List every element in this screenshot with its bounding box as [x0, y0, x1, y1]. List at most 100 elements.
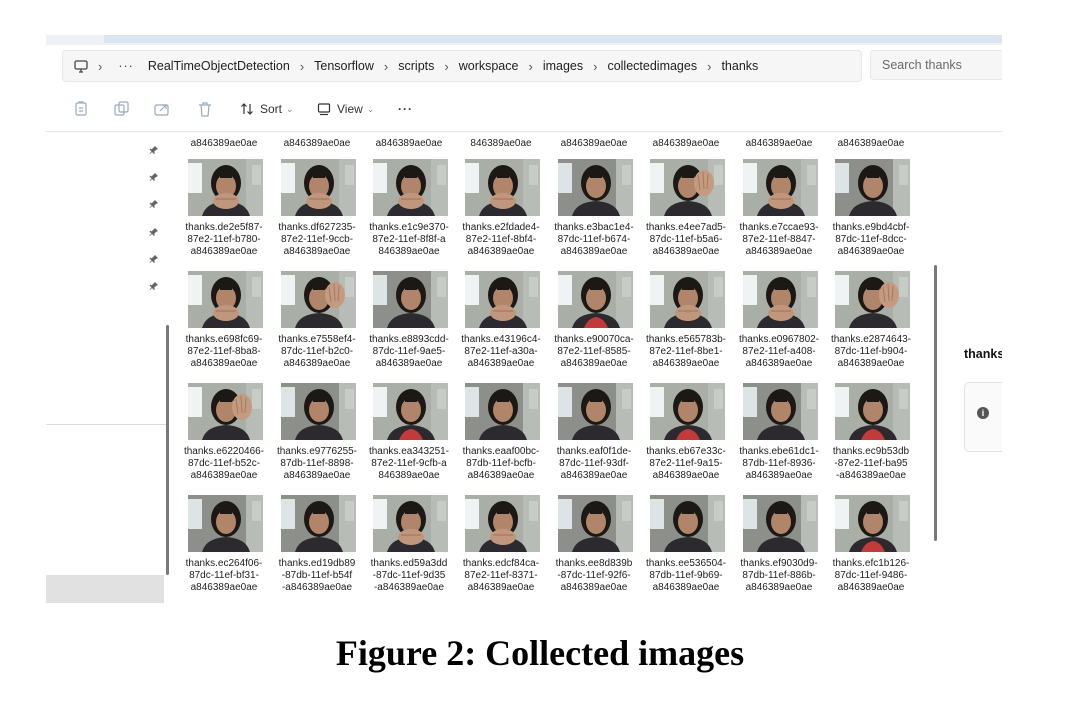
file-thumbnail[interactable]: [281, 383, 356, 440]
file-item[interactable]: thanks.e3bac1e4- 87dc-11ef-b674- a846389ae…: [548, 159, 638, 270]
file-item[interactable]: thanks.e0967802- 87e2-11ef-a408- a846389ae…: [733, 271, 823, 382]
file-thumbnail[interactable]: [281, 495, 356, 552]
file-name-line[interactable]: a846389ae0ae: [733, 138, 825, 150]
file-thumbnail[interactable]: [743, 271, 818, 328]
vertical-scrollbar[interactable]: [934, 265, 937, 541]
breadcrumb-collectedimages[interactable]: collectedimages: [607, 59, 697, 73]
file-item[interactable]: thanks.ea343251- 87e2-11ef-9cfb-a 846389ae…: [363, 383, 453, 494]
file-name-line[interactable]: a846389ae0ae: [363, 138, 455, 150]
file-name[interactable]: thanks.e565783b- 87e2-11ef-8be1- a846389ae…: [640, 334, 732, 370]
file-item[interactable]: thanks.e7558ef4- 87dc-11ef-b2c0- a846389ae…: [271, 271, 361, 382]
file-thumbnail[interactable]: [835, 159, 910, 216]
file-item[interactable]: thanks.ee536504- 87db-11ef-9b69- a846389ae…: [640, 495, 730, 603]
file-item[interactable]: thanks.efc1b126- 87dc-11ef-9486- a846389ae…: [825, 495, 915, 603]
file-thumbnail[interactable]: [373, 495, 448, 552]
breadcrumb-separator[interactable]: ›: [384, 59, 388, 74]
file-name[interactable]: thanks.ec264f06- 87dc-11ef-bf31- a846389ae…: [178, 558, 270, 594]
file-thumbnail[interactable]: [465, 495, 540, 552]
breadcrumb-realtimeobjectdetection[interactable]: RealTimeObjectDetection: [148, 59, 290, 73]
file-name[interactable]: thanks.e9bd4cbf- 87dc-11ef-8dcc-a846389ae…: [825, 222, 917, 258]
file-name[interactable]: thanks.de2e5f87- 87e2-11ef-b780- a846389ae…: [178, 222, 270, 258]
file-item[interactable]: thanks.e6220466- 87dc-11ef-b52c-a846389ae…: [178, 383, 268, 494]
pin-icon[interactable]: [149, 169, 159, 181]
file-thumbnail[interactable]: [188, 495, 263, 552]
file-name[interactable]: thanks.ed19db89 -87db-11ef-b54f -a846389ae…: [271, 558, 363, 594]
file-item[interactable]: thanks.de2e5f87- 87e2-11ef-b780- a846389ae…: [178, 159, 268, 270]
search-input[interactable]: Search thanks: [870, 50, 1002, 80]
file-name[interactable]: thanks.e0967802- 87e2-11ef-a408- a846389ae…: [733, 334, 825, 370]
file-item[interactable]: thanks.e565783b- 87e2-11ef-8be1- a846389ae…: [640, 271, 730, 382]
file-item[interactable]: thanks.e43196c4- 87e2-11ef-a30a-a846389ae…: [455, 271, 545, 382]
file-item[interactable]: thanks.e9776255- 87db-11ef-8898- a846389ae…: [271, 383, 361, 494]
file-name-fragment[interactable]: u7uz-11c1-uuuu: [825, 132, 917, 136]
file-name-line[interactable]: a846389ae0ae: [271, 138, 363, 150]
pin-icon[interactable]: [149, 224, 159, 236]
file-item[interactable]: thanks.ec9b53db -87e2-11ef-ba95 -a846389ae…: [825, 383, 915, 494]
file-thumbnail[interactable]: [373, 383, 448, 440]
breadcrumb-separator[interactable]: ›: [444, 59, 448, 74]
file-name[interactable]: thanks.e6220466- 87dc-11ef-b52c-a846389ae…: [178, 446, 270, 482]
file-thumbnail[interactable]: [465, 271, 540, 328]
file-name-fragment[interactable]: 1uu-11c1-uu33-u: [455, 132, 547, 136]
file-thumbnail[interactable]: [650, 159, 725, 216]
file-thumbnail[interactable]: [743, 495, 818, 552]
file-item[interactable]: thanks.e8893cdd- 87dc-11ef-9ae5- a846389ae…: [363, 271, 453, 382]
breadcrumb-separator[interactable]: ›: [300, 59, 304, 74]
file-name[interactable]: thanks.eaaf00bc- 87db-11ef-bcfb-a846389ae…: [455, 446, 547, 482]
nav-selected-item[interactable]: [46, 575, 164, 603]
file-name[interactable]: thanks.e698fc69- 87e2-11ef-8ba8- a846389ae…: [178, 334, 270, 370]
file-thumbnail[interactable]: [650, 383, 725, 440]
file-item[interactable]: thanks.edcf84ca- 87e2-11ef-8371- a846389ae…: [455, 495, 545, 603]
file-thumbnail[interactable]: [558, 159, 633, 216]
file-name[interactable]: thanks.eb67e33c- 87e2-11ef-9a15- a846389ae…: [640, 446, 732, 482]
file-item[interactable]: thanks.ee8d839b -87dc-11ef-92f6- a846389ae…: [548, 495, 638, 603]
file-name-line[interactable]: a846389ae0ae: [548, 138, 640, 150]
file-item[interactable]: thanks.e2fdade4- 87e2-11ef-8bf4- a846389ae…: [455, 159, 545, 270]
breadcrumb-separator[interactable]: ›: [707, 59, 711, 74]
file-thumbnail[interactable]: [465, 159, 540, 216]
breadcrumb-separator[interactable]: ›: [528, 59, 532, 74]
file-thumbnail[interactable]: [188, 271, 263, 328]
file-name[interactable]: thanks.e1c9e370- 87e2-11ef-8f8f-a 846389ae…: [363, 222, 455, 258]
file-item[interactable]: thanks.eb67e33c- 87e2-11ef-9a15- a846389ae…: [640, 383, 730, 494]
file-thumbnail[interactable]: [465, 383, 540, 440]
file-thumbnail[interactable]: [835, 271, 910, 328]
share-icon[interactable]: [153, 100, 171, 118]
file-name-fragment[interactable]: u7uu-11c1-u1uu: [640, 132, 732, 136]
file-name[interactable]: thanks.e4ee7ad5- 87dc-11ef-b5a6- a846389ae…: [640, 222, 732, 258]
file-thumbnail[interactable]: [281, 159, 356, 216]
file-item[interactable]: thanks.eaaf00bc- 87db-11ef-bcfb-a846389ae…: [455, 383, 545, 494]
see-more-button[interactable]: ···: [398, 99, 413, 119]
file-item[interactable]: thanks.ebe61dc1- 87db-11ef-8936- a846389ae…: [733, 383, 823, 494]
pin-icon[interactable]: [149, 278, 159, 290]
file-name[interactable]: thanks.ee8d839b -87dc-11ef-92f6- a846389ae…: [548, 558, 640, 594]
file-thumbnail[interactable]: [188, 159, 263, 216]
delete-icon[interactable]: [196, 100, 214, 118]
file-name[interactable]: thanks.e7558ef4- 87dc-11ef-b2c0- a846389ae…: [271, 334, 363, 370]
file-name-line[interactable]: a846389ae0ae: [640, 138, 732, 150]
pin-icon[interactable]: [149, 196, 159, 208]
file-name-line[interactable]: 846389ae0ae: [455, 138, 547, 150]
file-item[interactable]: thanks.ed59a3dd -87dc-11ef-9d35 -a846389ae…: [363, 495, 453, 603]
file-name-line[interactable]: a846389ae0ae: [178, 138, 270, 150]
file-item[interactable]: thanks.ec264f06- 87dc-11ef-bf31- a846389ae…: [178, 495, 268, 603]
file-thumbnail[interactable]: [373, 271, 448, 328]
file-name[interactable]: thanks.df627235- 87e2-11ef-9ccb-a846389ae…: [271, 222, 363, 258]
breadcrumb-workspace[interactable]: workspace: [459, 59, 519, 73]
breadcrumb[interactable]: › ··· RealTimeObjectDetection › Tensorfl…: [62, 50, 862, 82]
file-thumbnail[interactable]: [281, 271, 356, 328]
file-item[interactable]: thanks.e90070ca- 87e2-11ef-8585- a846389ae…: [548, 271, 638, 382]
file-name[interactable]: thanks.e8893cdd- 87dc-11ef-9ae5- a846389ae…: [363, 334, 455, 370]
file-thumbnail[interactable]: [835, 383, 910, 440]
file-thumbnail[interactable]: [558, 383, 633, 440]
breadcrumb-separator[interactable]: ›: [593, 59, 597, 74]
file-name[interactable]: thanks.e9776255- 87db-11ef-8898- a846389ae…: [271, 446, 363, 482]
file-name[interactable]: thanks.e7ccae93- 87e2-11ef-8847- a846389ae…: [733, 222, 825, 258]
cut-icon[interactable]: [72, 100, 90, 118]
breadcrumb-images[interactable]: images: [543, 59, 583, 73]
file-name-fragment[interactable]: u7uu-11c1-u3cu: [548, 132, 640, 136]
file-name[interactable]: thanks.ef9030d9- 87db-11ef-886b-a846389ae…: [733, 558, 825, 594]
file-thumbnail[interactable]: [650, 495, 725, 552]
pin-icon[interactable]: [149, 251, 159, 263]
file-thumbnail[interactable]: [188, 383, 263, 440]
